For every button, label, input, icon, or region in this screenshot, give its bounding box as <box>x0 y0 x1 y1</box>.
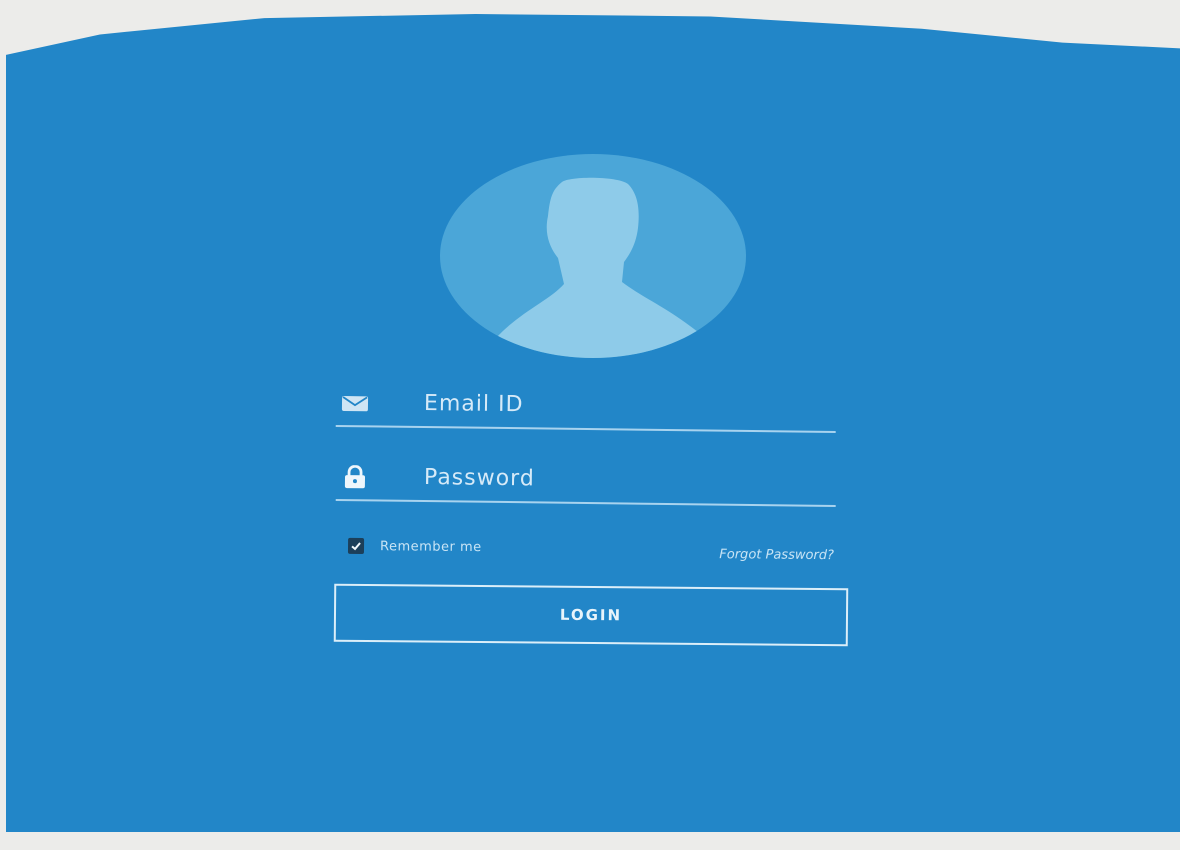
email-input[interactable] <box>421 383 807 427</box>
lock-icon <box>340 464 370 489</box>
password-field <box>335 450 837 508</box>
remember-me-checkbox[interactable] <box>347 537 365 555</box>
email-field <box>335 376 837 434</box>
checkmark-icon <box>351 542 361 551</box>
remember-me-toggle[interactable]: Remember me <box>347 537 482 555</box>
login-screen: Remember me Forgot Password? LOGIN <box>6 14 1180 832</box>
envelope-icon <box>340 391 370 415</box>
login-button[interactable]: LOGIN <box>333 583 849 647</box>
user-silhouette-icon <box>490 177 706 358</box>
forgot-password-link[interactable]: Forgot Password? <box>719 547 834 563</box>
remember-me-label: Remember me <box>379 538 482 555</box>
form-options: Remember me Forgot Password? <box>342 534 838 568</box>
avatar <box>440 154 746 358</box>
password-input[interactable] <box>421 457 807 501</box>
